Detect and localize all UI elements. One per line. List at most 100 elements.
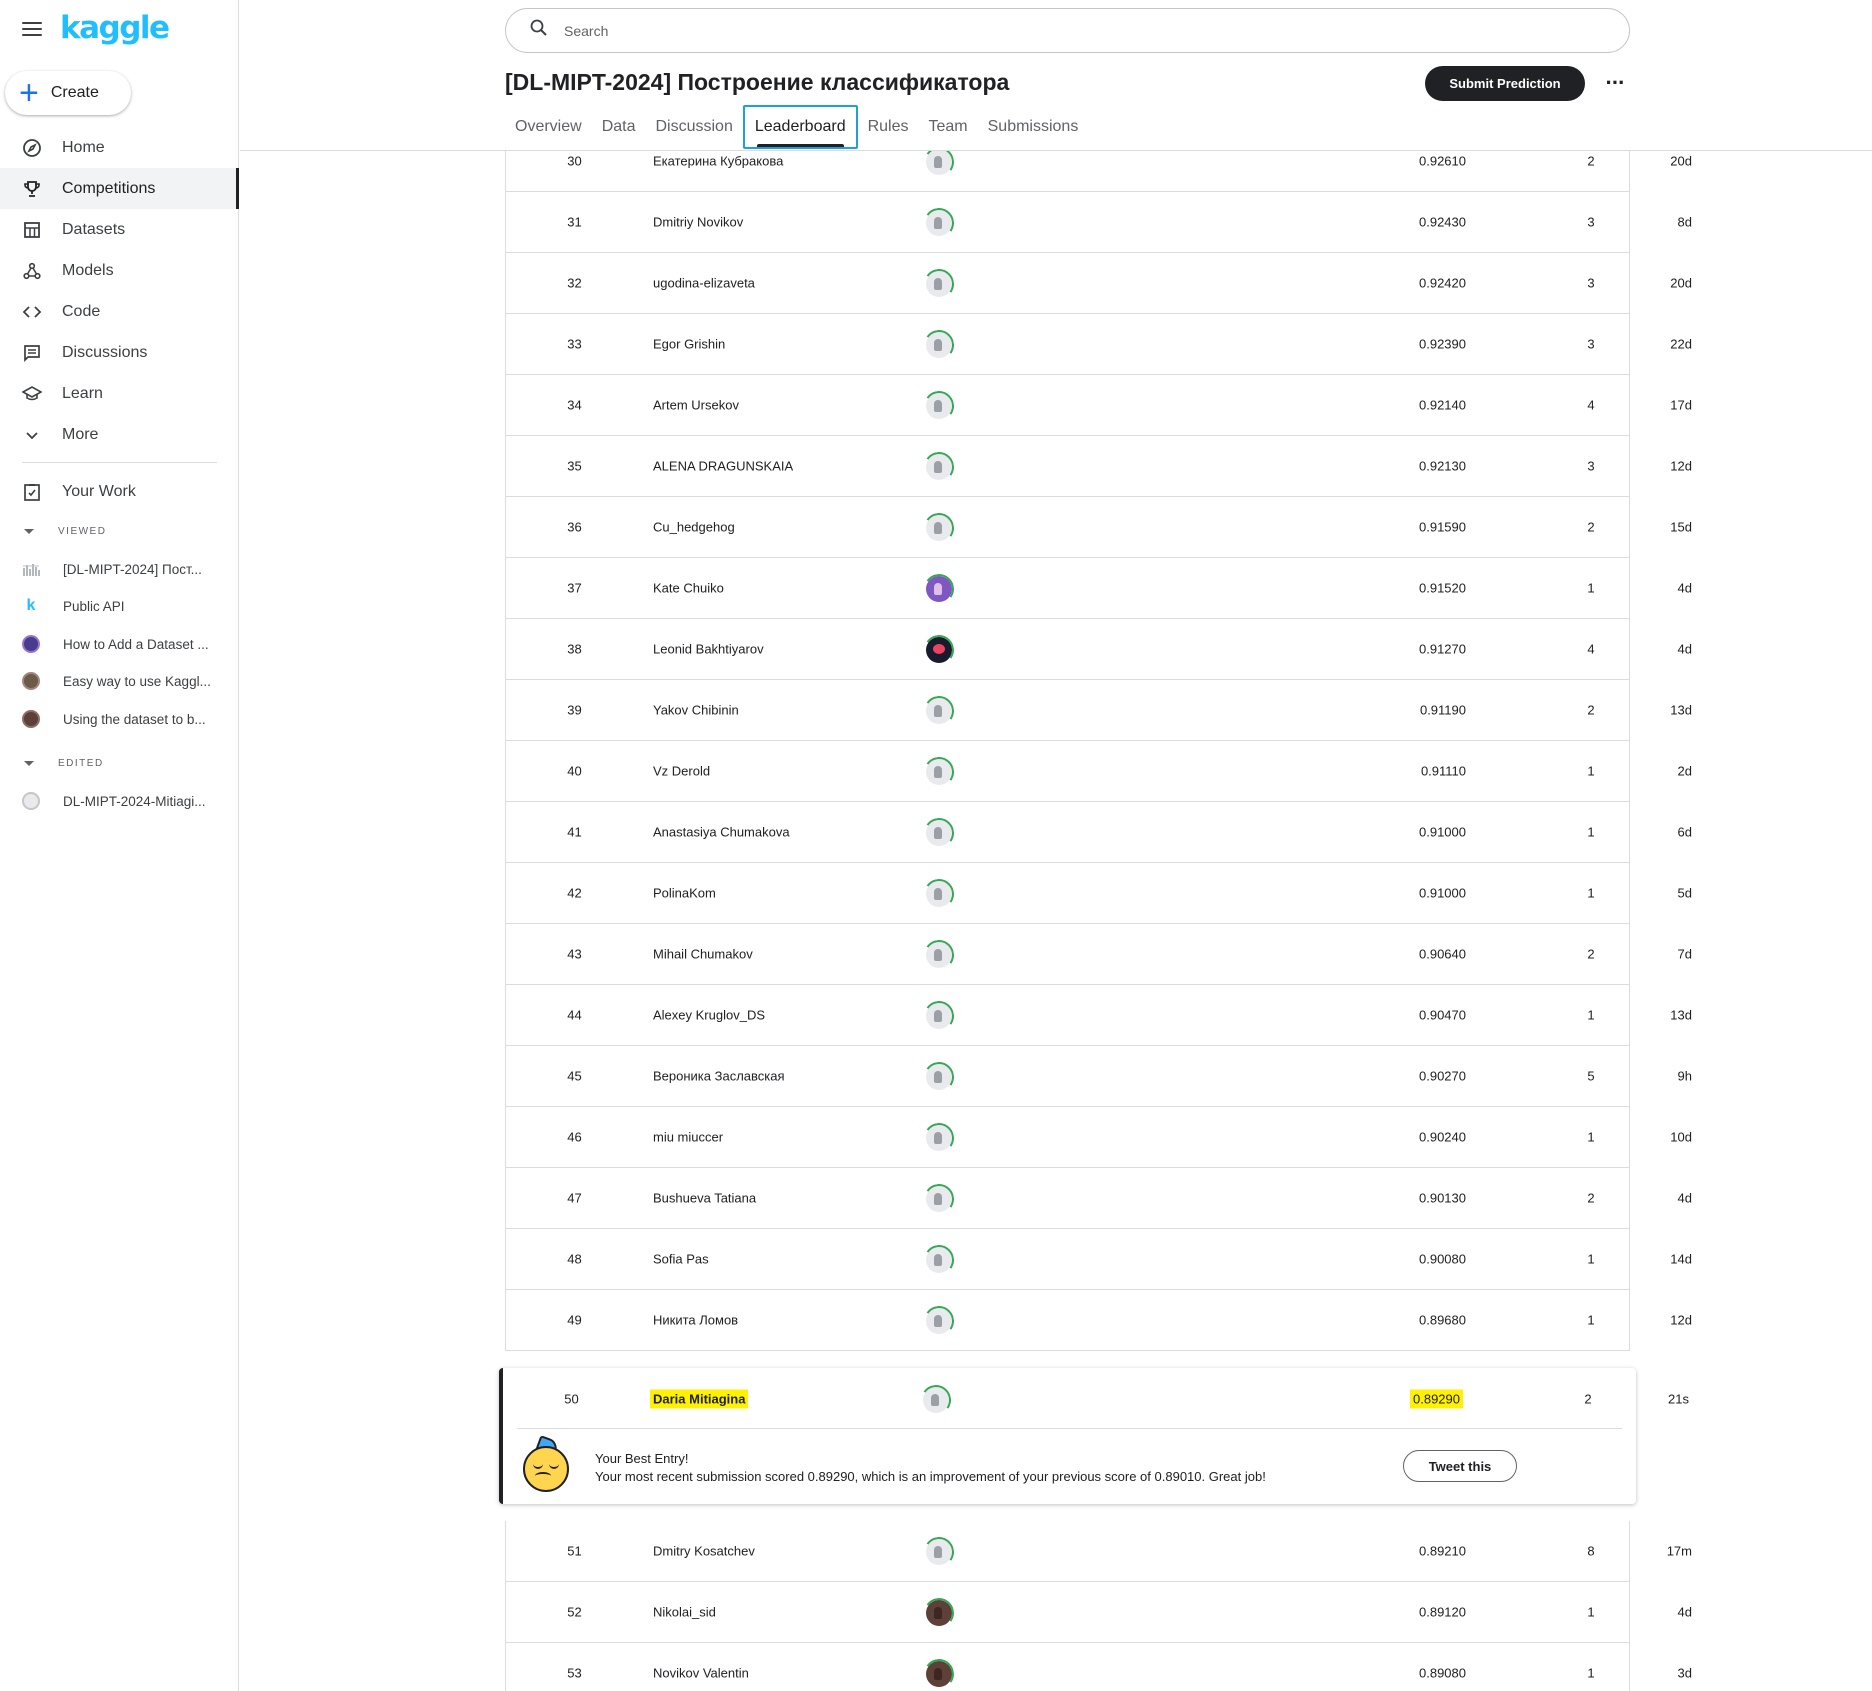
team-name[interactable]: PolinaKom [653,886,716,901]
kaggle-logo[interactable]: kaggle [60,10,170,46]
table-row[interactable]: 45 Вероника Заславская 0.90270 5 9h [505,1046,1692,1107]
table-row[interactable]: 51 Dmitry Kosatchev 0.89210 8 17m [505,1521,1692,1582]
team-members[interactable] [926,332,952,358]
table-row[interactable]: 40 Vz Derold 0.91110 1 2d [505,741,1692,802]
recent-item[interactable]: Easy way to use Kaggl... [0,662,238,700]
team-name[interactable]: Bushueva Tatiana [653,1191,756,1206]
team-members[interactable] [926,149,952,175]
table-row[interactable]: 36 Cu_hedgehog 0.91590 2 15d [505,497,1692,558]
team-name[interactable]: Cu_hedgehog [653,520,735,535]
submit-prediction-button[interactable]: Submit Prediction [1425,66,1585,101]
team-name[interactable]: Egor Grishin [653,337,725,352]
team-name[interactable]: Daria Mitiagina [650,1389,749,1408]
tab-discussion[interactable]: Discussion [645,104,742,149]
table-row[interactable]: 43 Mihail Chumakov 0.90640 2 7d [505,924,1692,985]
team-name[interactable]: ALENA DRAGUNSKAIA [653,459,793,474]
team-name[interactable]: ugodina-elizaveta [653,276,755,291]
table-row[interactable]: 31 Dmitriy Novikov 0.92430 3 8d [505,192,1692,253]
table-row[interactable]: 33 Egor Grishin 0.92390 3 22d [505,314,1692,375]
team-name[interactable]: Екатерина Кубракова [653,154,783,169]
nav-item-code[interactable]: Code [0,291,238,332]
team-name[interactable]: Artem Ursekov [653,398,739,413]
team-name[interactable]: Novikov Valentin [653,1666,749,1681]
my-entry-row[interactable]: 50 Daria Mitiagina 0.89290 2 21s [503,1368,1689,1429]
table-row[interactable]: 35 ALENA DRAGUNSKAIA 0.92130 3 12d [505,436,1692,497]
team-members[interactable] [926,820,952,846]
table-row[interactable]: 32 ugodina-elizaveta 0.92420 3 20d [505,253,1692,314]
recent-item[interactable]: [DL-MIPT-2024] Пост... [0,550,238,588]
table-row[interactable]: 48 Sofia Pas 0.90080 1 14d [505,1229,1692,1290]
team-members[interactable] [926,271,952,297]
edited-heading[interactable]: EDITED [22,758,104,769]
team-name[interactable]: Никита Ломов [653,1313,738,1328]
team-name[interactable]: Kate Chuiko [653,581,724,596]
recent-item[interactable]: How to Add a Dataset ... [0,625,238,663]
team-members[interactable] [926,1600,952,1626]
team-name[interactable]: Вероника Заславская [653,1069,785,1084]
table-row[interactable]: 38 Leonid Bakhtiyarov 0.91270 4 4d [505,619,1692,680]
recent-item[interactable]: Using the dataset to b... [0,700,238,738]
table-row[interactable]: 47 Bushueva Tatiana 0.90130 2 4d [505,1168,1692,1229]
tab-overview[interactable]: Overview [505,104,592,149]
search-input[interactable]: Search [505,8,1630,53]
team-name[interactable]: Sofia Pas [653,1252,709,1267]
team-name[interactable]: Dmitry Kosatchev [653,1544,755,1559]
tab-data[interactable]: Data [592,104,646,149]
nav-item-learn[interactable]: Learn [0,373,238,414]
team-members[interactable] [926,1003,952,1029]
team-members[interactable] [926,576,952,602]
viewed-heading[interactable]: VIEWED [22,526,106,537]
team-members[interactable] [926,1539,952,1565]
table-row[interactable]: 39 Yakov Chibinin 0.91190 2 13d [505,680,1692,741]
table-row[interactable]: 53 Novikov Valentin 0.89080 1 3d [505,1643,1692,1691]
team-members[interactable] [923,1386,949,1413]
team-members[interactable] [926,1247,952,1273]
team-name[interactable]: Alexey Kruglov_DS [653,1008,765,1023]
create-button[interactable]: + Create [5,71,131,115]
table-row[interactable]: 44 Alexey Kruglov_DS 0.90470 1 13d [505,985,1692,1046]
team-members[interactable] [926,1125,952,1151]
recent-item[interactable]: DL-MIPT-2024-Mitiagi... [0,782,238,820]
nav-item-models[interactable]: Models [0,250,238,291]
team-name[interactable]: Leonid Bakhtiyarov [653,642,764,657]
team-members[interactable] [926,1064,952,1090]
nav-item-datasets[interactable]: Datasets [0,209,238,250]
team-members[interactable] [926,698,952,724]
table-row[interactable]: 49 Никита Ломов 0.89680 1 12d [505,1290,1692,1351]
team-members[interactable] [926,1661,952,1687]
team-name[interactable]: miu miuccer [653,1130,723,1145]
team-members[interactable] [926,759,952,785]
team-members[interactable] [926,881,952,907]
nav-item-your-work[interactable]: Your Work [0,471,238,512]
table-row[interactable]: 34 Artem Ursekov 0.92140 4 17d [505,375,1692,436]
team-name[interactable]: Dmitriy Novikov [653,215,743,230]
table-row[interactable]: 37 Kate Chuiko 0.91520 1 4d [505,558,1692,619]
tab-leaderboard[interactable]: Leaderboard [742,105,858,149]
menu-icon[interactable] [22,20,42,38]
table-row[interactable]: 46 miu miuccer 0.90240 1 10d [505,1107,1692,1168]
team-members[interactable] [926,515,952,541]
more-options-icon[interactable]: ··· [1600,68,1630,98]
table-row[interactable]: 42 PolinaKom 0.91000 1 5d [505,863,1692,924]
team-name[interactable]: Nikolai_sid [653,1605,716,1620]
tab-rules[interactable]: Rules [858,104,919,149]
team-members[interactable] [926,210,952,236]
recent-item[interactable]: k Public API [0,587,238,625]
team-members[interactable] [926,1308,952,1334]
nav-item-competitions[interactable]: Competitions [0,168,239,209]
nav-item-discussions[interactable]: Discussions [0,332,238,373]
nav-item-more[interactable]: More [0,414,238,455]
table-row[interactable]: 52 Nikolai_sid 0.89120 1 4d [505,1582,1692,1643]
team-name[interactable]: Anastasiya Chumakova [653,825,790,840]
team-name[interactable]: Vz Derold [653,764,710,779]
nav-item-home[interactable]: Home [0,127,238,168]
team-members[interactable] [926,393,952,419]
team-members[interactable] [926,637,952,663]
tab-submissions[interactable]: Submissions [978,104,1089,149]
team-name[interactable]: Yakov Chibinin [653,703,739,718]
team-members[interactable] [926,1186,952,1212]
tab-team[interactable]: Team [919,104,978,149]
team-members[interactable] [926,942,952,968]
team-name[interactable]: Mihail Chumakov [653,947,753,962]
tweet-this-button[interactable]: Tweet this [1403,1450,1517,1482]
